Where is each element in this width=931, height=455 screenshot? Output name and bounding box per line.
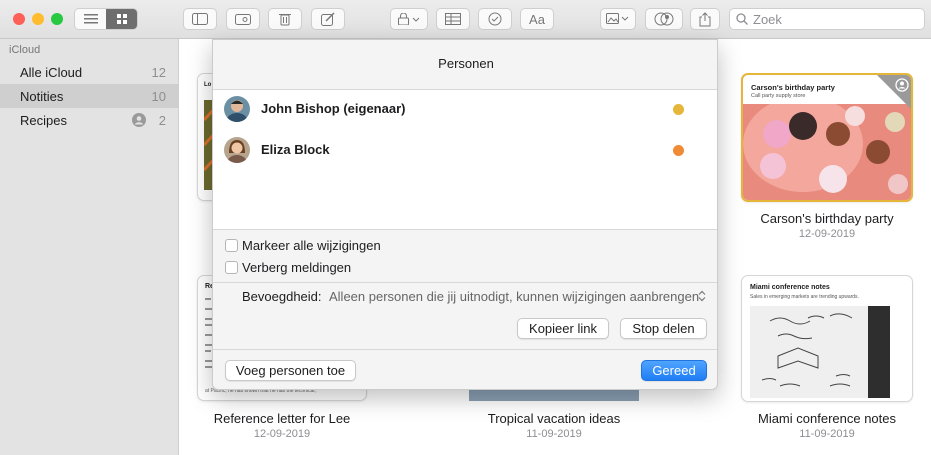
note-date: 11-09-2019 — [526, 428, 582, 440]
note-date: 11-09-2019 — [799, 428, 855, 440]
media-button[interactable] — [600, 8, 636, 30]
participant-name: John Bishop (eigenaar) — [261, 101, 406, 116]
format-label: Aa — [529, 11, 545, 27]
participant-color-dot — [673, 104, 684, 115]
participant-name: Eliza Block — [261, 142, 330, 157]
sidebar-toggle-button[interactable] — [183, 8, 217, 30]
search-field[interactable]: Zoek — [729, 8, 925, 30]
divider — [213, 349, 717, 350]
note-preview-title-partial: Lo — [204, 82, 212, 88]
permission-value: Alleen personen die jij uitnodigt, kunne… — [329, 289, 700, 304]
lock-button[interactable] — [390, 8, 428, 30]
copy-link-button[interactable]: Kopieer link — [517, 318, 609, 339]
note-preview-subtitle: Call party supply store — [751, 93, 806, 99]
view-mode-segmented — [74, 8, 138, 30]
cupcakes-photo-icon — [743, 104, 911, 200]
sidebar-item-label: Alle iCloud — [20, 64, 83, 80]
participant-avatar — [224, 96, 250, 122]
checklist-button[interactable] — [478, 8, 512, 30]
note-date: 12-09-2019 — [798, 228, 856, 240]
note-preview-subtitle: Sales in emerging markets are trending u… — [750, 294, 859, 300]
participant-row[interactable]: Eliza Block — [213, 135, 717, 165]
gallery-view-button[interactable] — [106, 9, 137, 29]
folders-button[interactable] — [226, 8, 260, 30]
lock-icon — [398, 13, 420, 25]
minimize-window-button[interactable] — [32, 13, 44, 25]
divider — [213, 282, 717, 283]
add-people-button[interactable]: Voeg personen toe — [225, 360, 356, 381]
hide-alerts-label: Verberg meldingen — [242, 260, 352, 275]
trash-icon — [279, 14, 291, 26]
folders-icon — [235, 14, 251, 25]
avatar-icon — [224, 137, 250, 163]
share-button[interactable] — [690, 8, 720, 30]
shared-folder-icon — [132, 113, 146, 127]
search-placeholder: Zoek — [753, 11, 782, 27]
sidebar-section-header: iCloud — [9, 44, 41, 56]
sidebar-item-count: 10 — [151, 88, 166, 104]
mark-changes-checkbox[interactable] — [225, 239, 238, 252]
sidebar-item-label: Recipes — [20, 112, 67, 128]
note-card-carsons-birthday[interactable]: Carson's birthday party Call party suppl… — [741, 73, 913, 202]
sidebar-item-recipes[interactable]: Recipes 2 — [0, 108, 178, 132]
note-preview-title: Carson's birthday party — [751, 83, 835, 92]
delete-button[interactable] — [268, 8, 302, 30]
format-button[interactable]: Aa — [520, 8, 554, 30]
updown-chevron-icon — [698, 290, 706, 302]
hide-alerts-checkbox[interactable] — [225, 261, 238, 274]
note-title: Tropical vacation ideas — [487, 411, 621, 426]
collaborate-button[interactable] — [645, 8, 683, 30]
zoom-window-button[interactable] — [51, 13, 63, 25]
handwritten-sketch-icon — [750, 306, 890, 398]
note-date: 12-09-2019 — [253, 428, 311, 440]
table-button[interactable] — [436, 8, 470, 30]
sidebar-item-count: 2 — [158, 112, 166, 128]
participant-row[interactable]: John Bishop (eigenaar) — [213, 94, 717, 124]
gallery-view-icon — [116, 14, 127, 24]
mark-changes-label: Markeer alle wijzigingen — [242, 238, 381, 253]
participant-color-dot — [673, 145, 684, 156]
list-view-icon — [83, 14, 98, 24]
note-title: Reference letter for Lee — [213, 411, 351, 426]
people-icon — [654, 12, 674, 26]
checklist-icon — [488, 12, 502, 26]
photo-icon — [606, 13, 629, 24]
stop-sharing-button[interactable]: Stop delen — [620, 318, 707, 339]
sidebar-item-all-icloud[interactable]: Alle iCloud 12 — [0, 60, 178, 84]
permission-label: Bevoegdheid: — [242, 289, 322, 304]
avatar-icon — [224, 96, 250, 122]
sidebar-item-notities[interactable]: Notities 10 — [0, 84, 178, 108]
close-window-button[interactable] — [13, 13, 25, 25]
note-card-tropical-thumbnail[interactable] — [469, 390, 639, 401]
people-popover: Personen John Bishop (eigenaar) Eliza Bl… — [212, 39, 718, 390]
new-note-button[interactable] — [311, 8, 345, 30]
sidebar-item-count: 12 — [151, 64, 166, 80]
share-icon — [699, 11, 711, 26]
done-button[interactable]: Gereed — [641, 360, 707, 381]
sidebar-item-label: Notities — [20, 88, 64, 104]
participants-list: John Bishop (eigenaar) Eliza Block — [213, 89, 717, 230]
note-title: Miami conference notes — [757, 411, 896, 426]
list-view-button[interactable] — [75, 9, 106, 29]
note-preview-title: Miami conference notes — [750, 284, 830, 291]
sidebar-icon — [192, 13, 208, 25]
participant-avatar — [224, 137, 250, 163]
shared-note-badge-icon — [877, 75, 911, 109]
note-card-miami-conference[interactable]: Miami conference notes Sales in emerging… — [741, 275, 913, 402]
search-icon — [736, 13, 748, 25]
permission-select[interactable]: Alleen personen die jij uitnodigt, kunne… — [329, 288, 709, 306]
note-title: Carson's birthday party — [760, 211, 894, 226]
table-icon — [445, 13, 461, 25]
compose-icon — [321, 12, 335, 26]
popover-title: Personen — [438, 56, 494, 71]
